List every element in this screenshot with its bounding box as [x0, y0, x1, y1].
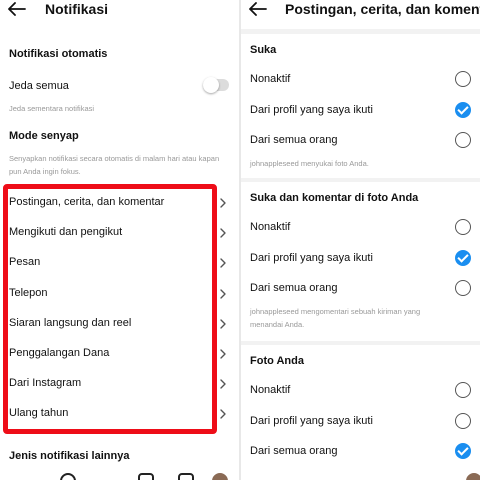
group-title-likes: Suka: [250, 44, 277, 56]
bottom-nav: [0, 473, 239, 480]
option-label: Dari semua orang: [250, 445, 338, 457]
chevron-right-icon: [220, 379, 226, 389]
radio-button[interactable]: [455, 382, 471, 398]
notifications-screen: Notifikasi Notifikasi otomatis Jeda semu…: [0, 0, 239, 480]
quiet-mode-note: Senyapkan notifikasi secara otomatis di …: [9, 154, 220, 176]
option-photos-following[interactable]: Dari profil yang saya ikuti: [241, 406, 480, 436]
profile-avatar[interactable]: [212, 473, 228, 480]
radio-button[interactable]: [455, 280, 471, 296]
option-label: Nonaktif: [250, 73, 291, 85]
pause-all-label: Jeda semua: [9, 80, 69, 92]
option-likes-off[interactable]: Nonaktif: [241, 64, 480, 94]
chevron-right-icon: [220, 198, 226, 208]
page-title: Notifikasi: [45, 1, 109, 17]
option-label: Dari profil yang saya ikuti: [250, 415, 373, 427]
group-title-likes-comments: Suka dan komentar di foto Anda: [250, 192, 419, 204]
pause-all-note: Jeda sementara notifikasi: [9, 104, 95, 113]
chevron-right-icon: [220, 228, 226, 238]
search-icon[interactable]: [60, 473, 76, 480]
group-title-photos: Foto Anda: [250, 355, 304, 367]
chevron-right-icon: [220, 288, 226, 299]
option-likes-comments-following[interactable]: Dari profil yang saya ikuti: [241, 243, 480, 273]
chevron-right-icon: [220, 349, 226, 359]
radio-button[interactable]: [455, 443, 471, 459]
divider: [241, 178, 480, 182]
highlight-box: [3, 184, 217, 434]
shop-icon[interactable]: [178, 473, 194, 480]
spacer: [0, 434, 239, 442]
posts-header: Postingan, cerita, dan komentar: [241, 0, 480, 22]
chevron-right-icon: [220, 258, 226, 269]
section-heading-other[interactable]: Jenis notifikasi lainnya: [9, 450, 129, 462]
section-heading-auto: Notifikasi otomatis: [9, 48, 108, 60]
radio-button[interactable]: [455, 132, 471, 148]
option-label: Dari semua orang: [250, 134, 338, 146]
notifications-header: Notifikasi: [0, 0, 239, 22]
page-title: Postingan, cerita, dan komentar: [285, 1, 480, 17]
likes-example-note: johnappleseed menyukai foto Anda.: [250, 159, 369, 168]
posts-stories-comments-screen: Postingan, cerita, dan komentar Suka Non…: [241, 0, 480, 480]
chevron-right-icon: [220, 319, 226, 329]
divider: [241, 341, 480, 345]
option-photos-off[interactable]: Nonaktif: [241, 375, 480, 405]
option-likes-following[interactable]: Dari profil yang saya ikuti: [241, 95, 480, 125]
radio-button[interactable]: [455, 71, 471, 87]
option-likes-everyone[interactable]: Dari semua orang: [241, 125, 480, 155]
option-photos-everyone[interactable]: Dari semua orang: [241, 436, 480, 466]
radio-button[interactable]: [455, 413, 471, 429]
back-arrow-icon[interactable]: [249, 2, 267, 16]
comments-example-note: johnappleseed mengomentari sebuah kirima…: [250, 307, 421, 329]
chevron-right-icon: [220, 409, 226, 420]
toggle-knob: [203, 77, 219, 93]
option-label: Dari profil yang saya ikuti: [250, 104, 373, 116]
option-likes-comments-off[interactable]: Nonaktif: [241, 212, 480, 242]
back-arrow-icon[interactable]: [8, 2, 26, 16]
radio-button[interactable]: [455, 250, 471, 266]
pause-all-toggle[interactable]: [203, 77, 229, 93]
option-label: Dari semua orang: [250, 282, 338, 294]
reels-icon[interactable]: [138, 473, 154, 480]
profile-avatar[interactable]: [466, 473, 480, 480]
option-label: Dari profil yang saya ikuti: [250, 252, 373, 264]
bottom-nav: [241, 473, 480, 480]
option-likes-comments-everyone[interactable]: Dari semua orang: [241, 273, 480, 303]
radio-button[interactable]: [455, 219, 471, 235]
quiet-mode-label[interactable]: Mode senyap: [9, 130, 79, 142]
option-label: Nonaktif: [250, 384, 291, 396]
divider: [241, 29, 480, 34]
radio-button[interactable]: [455, 102, 471, 118]
option-label: Nonaktif: [250, 221, 291, 233]
